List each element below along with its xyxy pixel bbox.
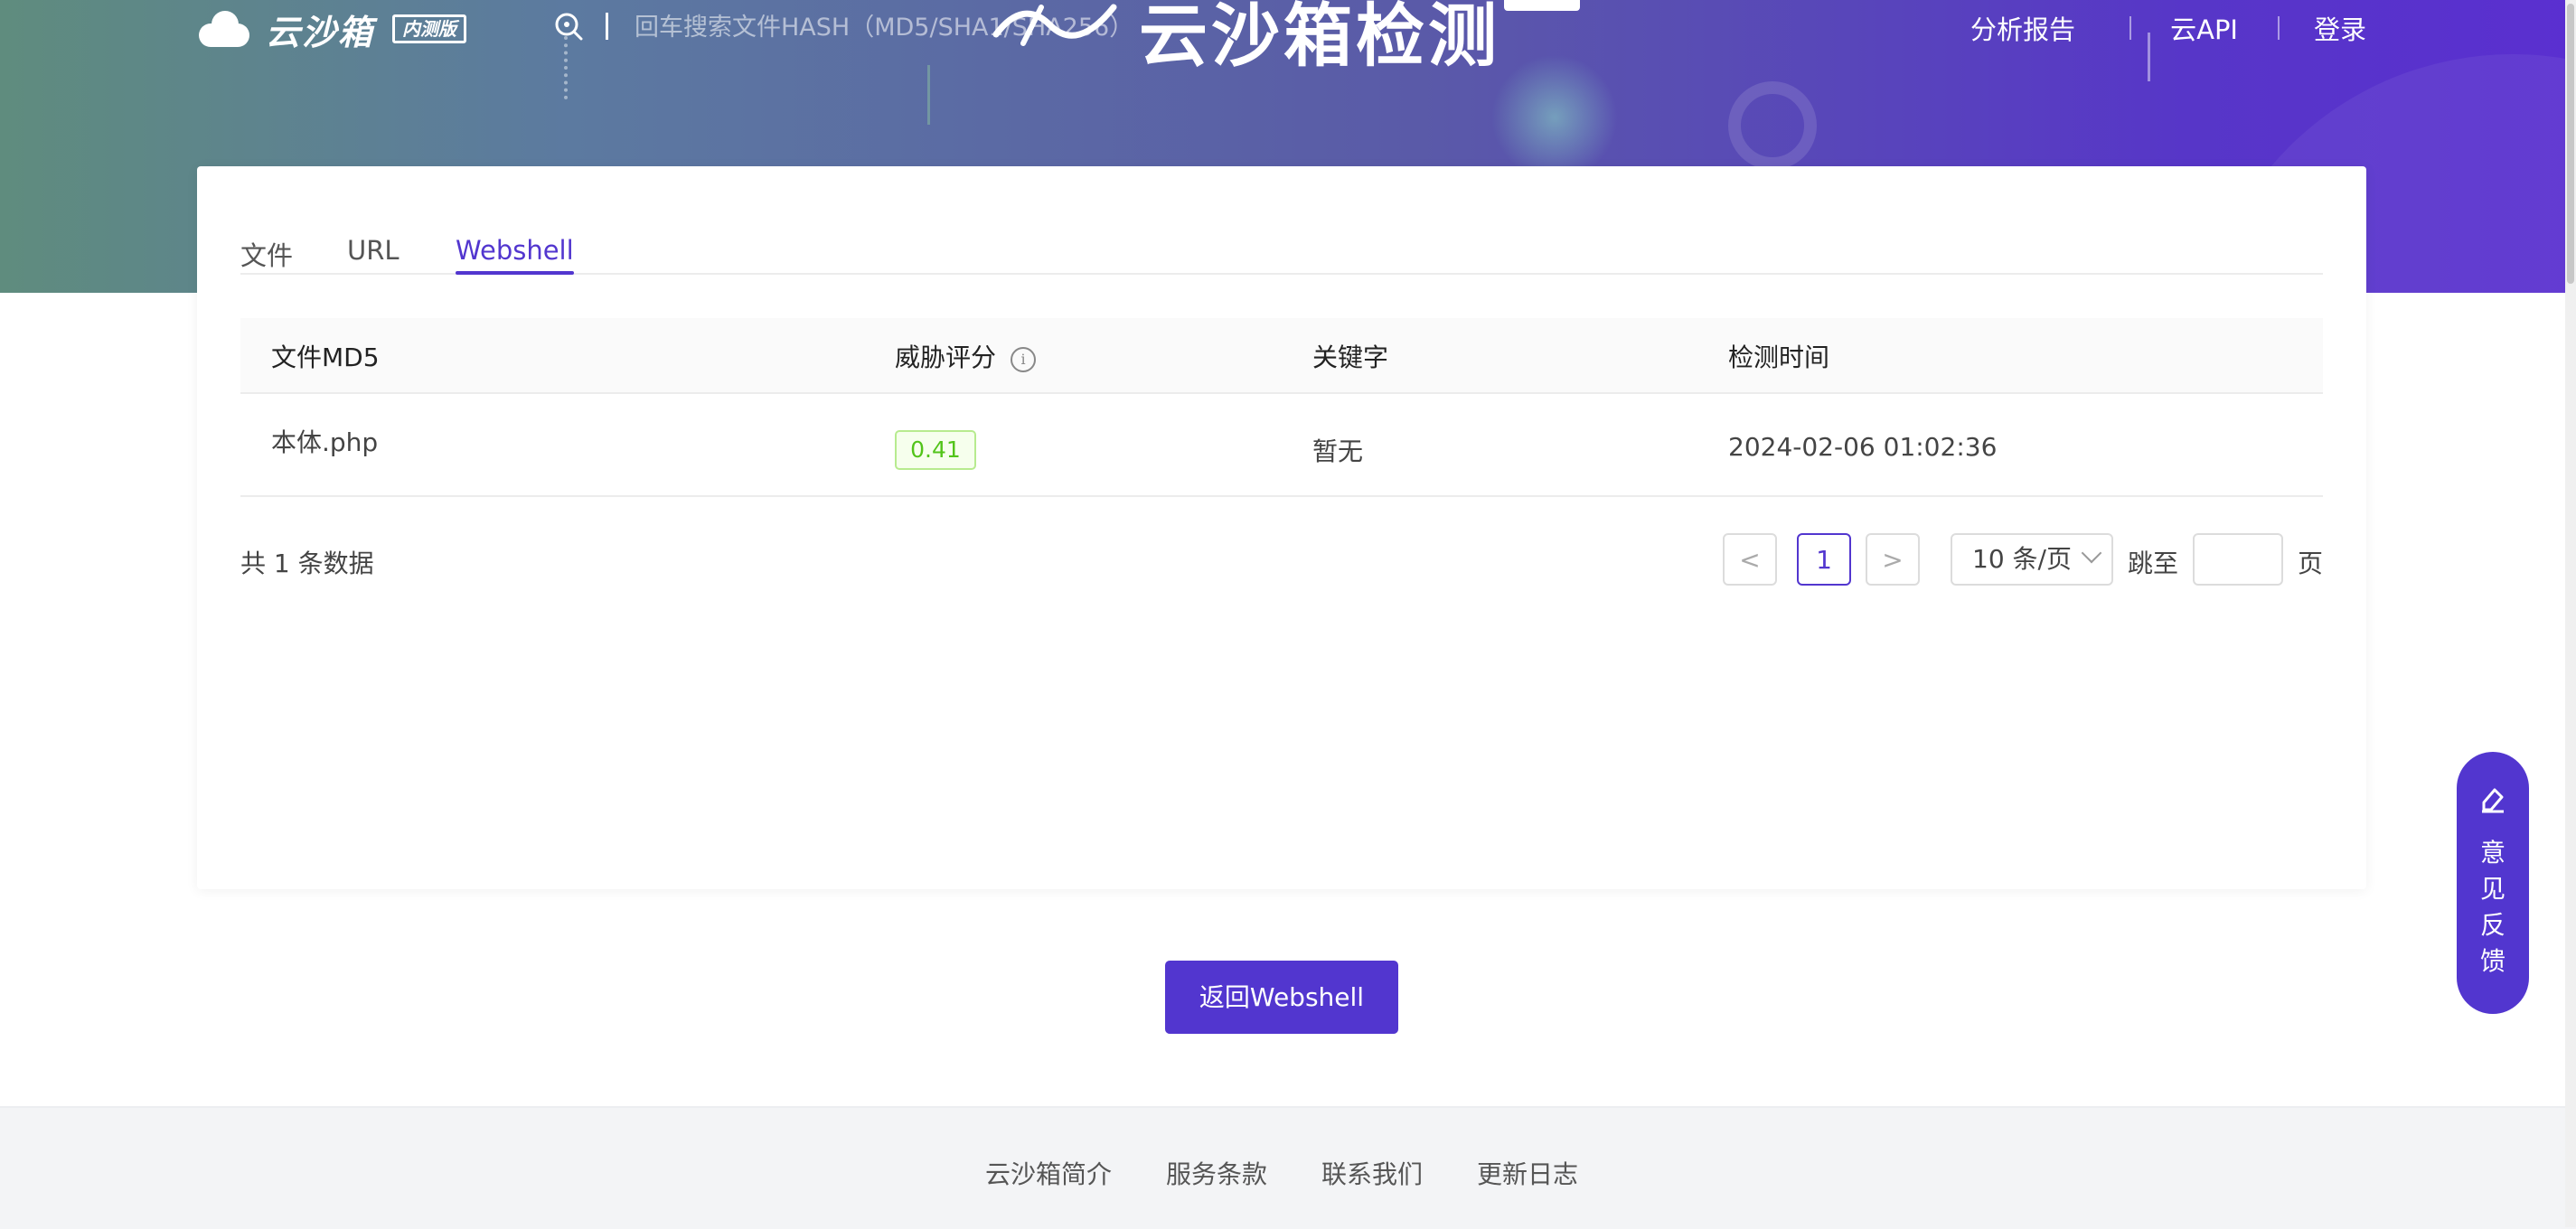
hero-brand-mark <box>987 0 1123 67</box>
footer-link-contact[interactable]: 联系我们 <box>1321 1155 1423 1191</box>
nav-cloud-api[interactable]: 云API <box>2170 9 2238 47</box>
beta-badge: 内测版 <box>392 14 467 43</box>
hero-decor-ring <box>1728 81 1817 170</box>
page-size-select[interactable]: 10 条/页 <box>1951 533 2113 586</box>
col-file-md5: 文件MD5 <box>271 342 380 372</box>
prev-page-button[interactable]: < <box>1723 533 1777 586</box>
col-detect-time: 检测时间 <box>1728 342 1830 372</box>
page-size-value: 10 条/页 <box>1972 544 2072 574</box>
footer: 云沙箱简介 服务条款 联系我们 更新日志 <box>0 1106 2576 1229</box>
nav-divider <box>2129 16 2131 40</box>
col-threat-score: 威胁评分 i <box>895 338 1037 374</box>
search-divider <box>606 13 608 40</box>
tab-webshell[interactable]: Webshell <box>456 235 574 275</box>
back-to-webshell-button[interactable]: 返回Webshell <box>1165 961 1398 1034</box>
hero-decor-line <box>2148 33 2150 81</box>
info-icon[interactable]: i <box>1011 347 1037 372</box>
nav-analysis-report[interactable]: 分析报告 <box>1970 9 2075 47</box>
footer-link-changelog[interactable]: 更新日志 <box>1477 1155 1578 1191</box>
brand-mark-icon <box>992 4 1117 46</box>
hero-title: 云沙箱检测 <box>1139 0 1500 76</box>
tab-url[interactable]: URL <box>347 235 400 273</box>
hero-decor-glow <box>1491 54 1618 181</box>
footer-link-about[interactable]: 云沙箱简介 <box>985 1155 1112 1191</box>
next-page-button[interactable]: > <box>1866 533 1920 586</box>
results-table: 文件MD5 威胁评分 i 关键字 检测时间 本体.php 0.41 暂无 2024… <box>240 318 2323 497</box>
feedback-label: 意 见 反 馈 <box>2479 838 2505 976</box>
search-icon[interactable] <box>553 11 584 42</box>
scrollbar-thumb[interactable] <box>2567 4 2574 284</box>
col-threat-score-label: 威胁评分 <box>895 342 997 372</box>
chevron-down-icon <box>2081 542 2102 564</box>
table-row[interactable]: 本体.php 0.41 暂无 2024-02-06 01:02:36 <box>240 394 2323 497</box>
logo-text: 云沙箱 <box>266 12 375 52</box>
hero-decor-dots <box>564 36 571 99</box>
jump-page-input[interactable] <box>2193 533 2283 586</box>
jump-to-label: 跳至 <box>2128 549 2179 578</box>
eraser-edit-icon <box>2482 788 2504 813</box>
threat-score-badge: 0.41 <box>895 430 976 470</box>
cell-detect-time: 2024-02-06 01:02:36 <box>1728 432 1998 462</box>
cell-keyword: 暂无 <box>1312 436 1364 466</box>
col-keyword: 关键字 <box>1312 342 1389 372</box>
feedback-button[interactable]: 意 见 反 馈 <box>2457 752 2529 1014</box>
hero-decor-line <box>927 65 930 125</box>
tab-bar: 文件 URL Webshell <box>240 235 2323 275</box>
nav-divider <box>2278 16 2280 40</box>
jump-page-suffix: 页 <box>2298 549 2324 578</box>
footer-link-terms[interactable]: 服务条款 <box>1166 1155 1267 1191</box>
hero-beta-badge <box>1504 0 1580 11</box>
nav-login[interactable]: 登录 <box>2314 9 2366 47</box>
cloud-logo-icon <box>195 9 253 49</box>
total-count: 共 1 条数据 <box>240 549 374 578</box>
table-header: 文件MD5 威胁评分 i 关键字 检测时间 <box>240 318 2323 394</box>
page-scrollbar[interactable] <box>2565 0 2576 1227</box>
site-logo[interactable]: 云沙箱 内测版 <box>195 4 467 54</box>
results-card: 文件 URL Webshell 文件MD5 威胁评分 i 关键字 检测时间 本体.… <box>197 166 2366 889</box>
page-1-button[interactable]: 1 <box>1797 533 1851 586</box>
tab-file[interactable]: 文件 <box>240 235 293 273</box>
cell-file-name[interactable]: 本体.php <box>271 423 378 459</box>
